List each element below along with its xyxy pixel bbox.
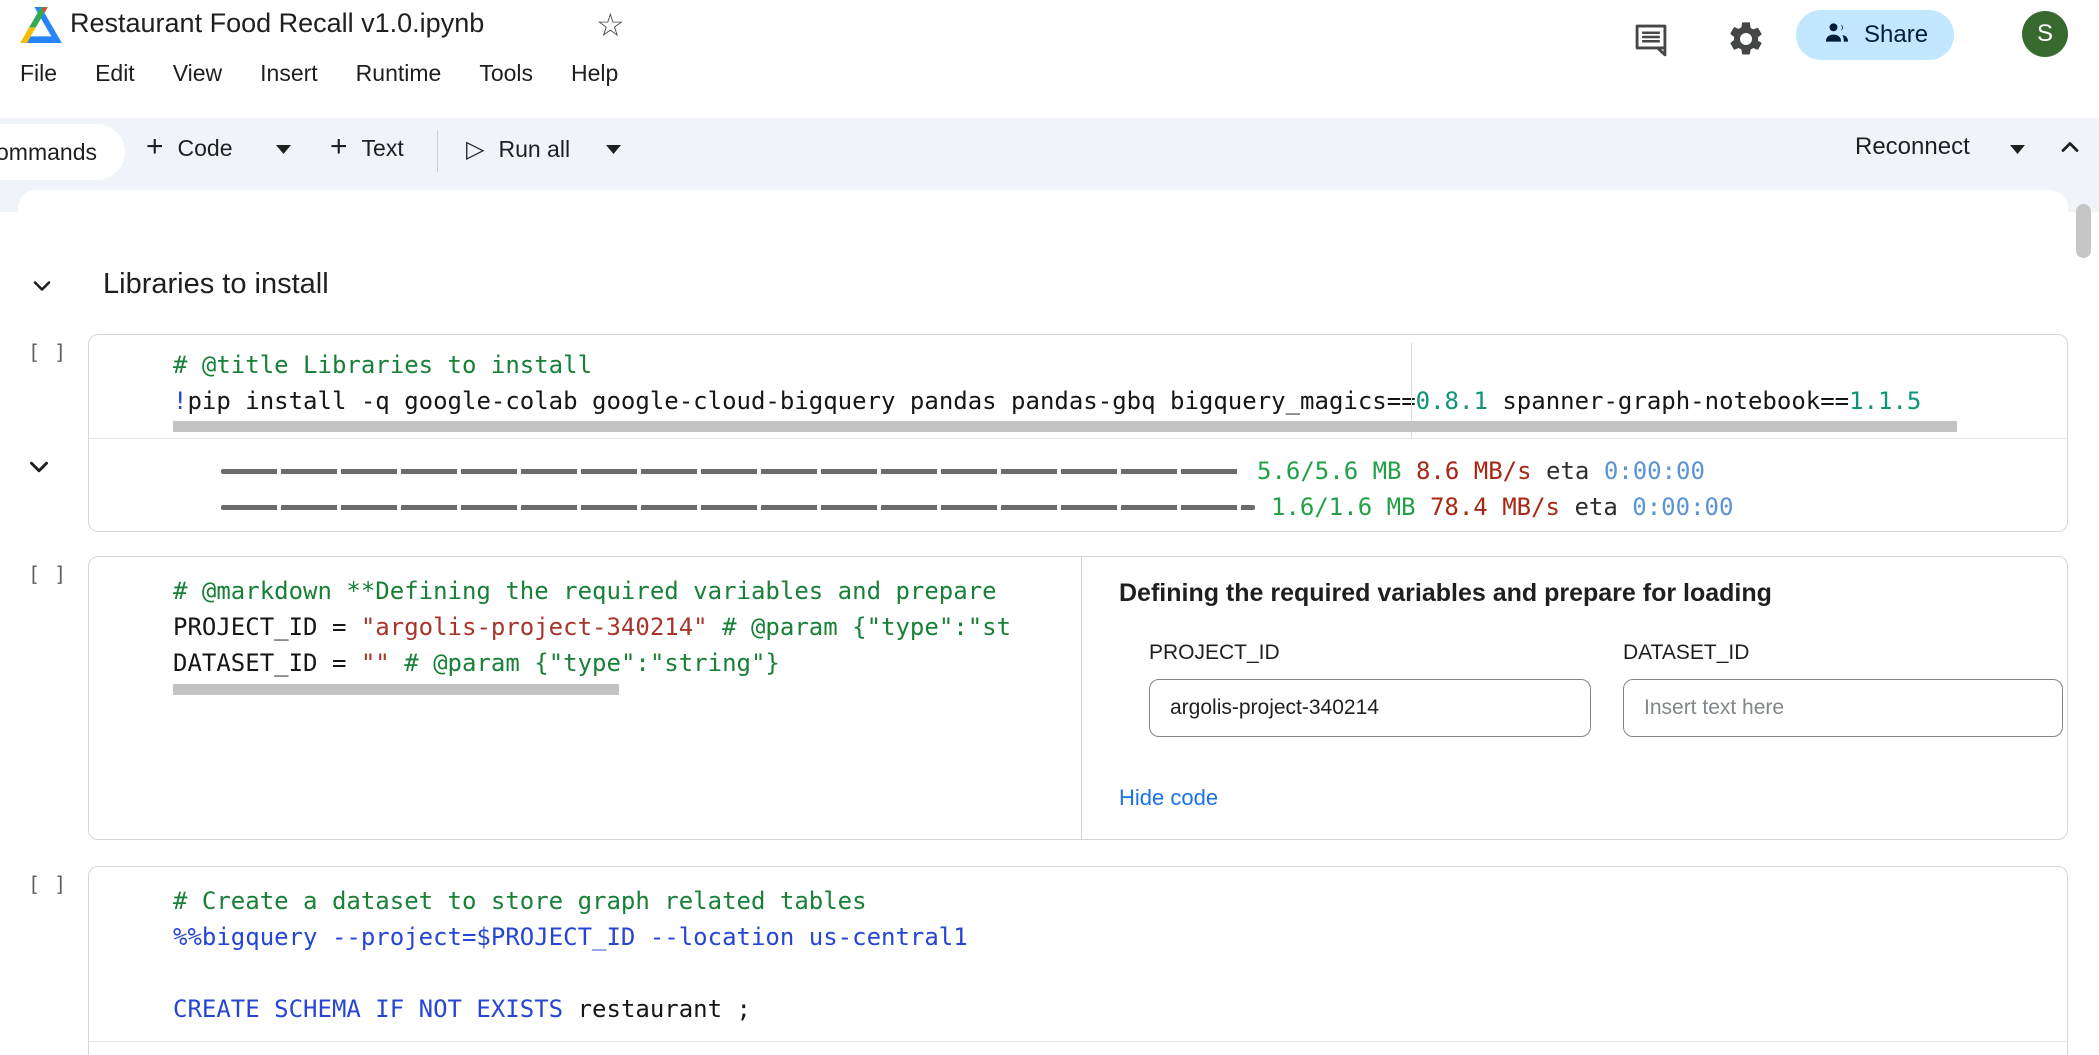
cell1-run-gutter[interactable]: [ ] xyxy=(28,340,67,364)
share-button[interactable]: Share xyxy=(1796,10,1954,60)
run-all-caret-icon[interactable] xyxy=(606,145,621,154)
cell1-code-editor[interactable]: # @title Libraries to install !pip insta… xyxy=(173,347,2057,421)
star-icon[interactable]: ☆ xyxy=(596,6,625,44)
cell2-horizontal-scrollbar[interactable] xyxy=(173,684,619,695)
code-line: %%bigquery --project=$PROJECT_ID --locat… xyxy=(173,919,2057,955)
code-line: # @markdown **Defining the required vari… xyxy=(173,573,1081,609)
menu-tools[interactable]: Tools xyxy=(479,60,533,87)
vertical-scrollbar[interactable] xyxy=(2076,204,2091,258)
collapse-toolbar-chevron-up-icon[interactable] xyxy=(2056,133,2084,161)
plus-icon: + xyxy=(146,132,164,162)
progress-row: 5.6/5.6 MB 8.6 MB/s eta 0:00:00 xyxy=(221,453,2057,489)
comment-icon[interactable] xyxy=(1632,21,1670,59)
cell3-run-gutter[interactable]: [ ] xyxy=(28,872,67,896)
project-id-input[interactable] xyxy=(1149,679,1591,737)
cell2-run-gutter[interactable]: [ ] xyxy=(28,562,67,586)
share-people-icon xyxy=(1822,18,1852,53)
avatar-initial: S xyxy=(2037,20,2053,48)
add-code-caret-icon[interactable] xyxy=(276,145,291,154)
progress-bar xyxy=(221,469,1241,474)
run-all-button[interactable]: ▷ Run all xyxy=(466,135,570,164)
menu-edit[interactable]: Edit xyxy=(95,60,135,87)
dataset-id-label: DATASET_ID xyxy=(1623,641,1749,665)
menu-view[interactable]: View xyxy=(173,60,222,87)
dataset-id-input[interactable] xyxy=(1623,679,2063,737)
avatar[interactable]: S xyxy=(2022,11,2068,57)
cell2-form-pane: Defining the required variables and prep… xyxy=(1082,557,2067,839)
code-line xyxy=(173,955,2057,991)
toolbar-divider xyxy=(437,130,438,172)
code-cell-2: # @markdown **Defining the required vari… xyxy=(88,556,2068,840)
cell1-output-collapse-chevron-icon[interactable] xyxy=(24,452,54,482)
code-line: PROJECT_ID = "argolis-project-340214" # … xyxy=(173,609,1081,645)
menu-bar: File Edit View Insert Runtime Tools Help xyxy=(20,60,618,87)
add-text-label: Text xyxy=(362,135,404,162)
commands-label: ommands xyxy=(0,139,97,166)
cell3-code-editor[interactable]: # Create a dataset to store graph relate… xyxy=(173,883,2057,1033)
code-cell-3: # Create a dataset to store graph relate… xyxy=(88,866,2068,1055)
code-line: # @title Libraries to install xyxy=(173,347,2057,383)
section-title: Libraries to install xyxy=(103,268,329,301)
code-line: CREATE SCHEMA IF NOT EXISTS restaurant ; xyxy=(173,991,2057,1027)
notebook-title[interactable]: Restaurant Food Recall v1.0.ipynb xyxy=(70,8,484,39)
progress-bar xyxy=(221,505,1255,510)
plus-icon: + xyxy=(330,132,348,162)
add-text-button[interactable]: + Text xyxy=(330,135,404,162)
play-icon: ▷ xyxy=(466,135,484,164)
share-label: Share xyxy=(1864,21,1928,49)
header: Restaurant Food Recall v1.0.ipynb ☆ File… xyxy=(0,0,2099,118)
commands-button[interactable]: ommands xyxy=(0,124,125,180)
cell2-code-editor[interactable]: # @markdown **Defining the required vari… xyxy=(89,557,1081,839)
menu-file[interactable]: File xyxy=(20,60,57,87)
code-line: # Create a dataset to store graph relate… xyxy=(173,883,2057,919)
menu-help[interactable]: Help xyxy=(571,60,618,87)
cell1-horizontal-scrollbar[interactable] xyxy=(173,421,1957,432)
colab-window: Restaurant Food Recall v1.0.ipynb ☆ File… xyxy=(0,0,2099,1055)
reconnect-button[interactable]: Reconnect xyxy=(1855,133,1970,161)
add-code-button[interactable]: + Code xyxy=(146,135,233,162)
code-line: !pip install -q google-colab google-clou… xyxy=(173,383,2057,419)
drive-logo-icon[interactable] xyxy=(20,7,62,44)
cell1-output-divider xyxy=(89,438,2067,439)
add-code-label: Code xyxy=(178,135,233,162)
run-all-label: Run all xyxy=(498,136,570,163)
hide-code-link[interactable]: Hide code xyxy=(1119,785,1218,811)
form-heading: Defining the required variables and prep… xyxy=(1119,579,1772,608)
cell3-output-divider xyxy=(89,1041,2067,1042)
progress-row: 1.6/1.6 MB 78.4 MB/s eta 0:00:00 xyxy=(221,489,2057,525)
reconnect-caret-icon[interactable] xyxy=(2010,145,2025,154)
code-line: DATASET_ID = "" # @param {"type":"string… xyxy=(173,645,1081,681)
code-cell-1: # @title Libraries to install !pip insta… xyxy=(88,334,2068,532)
settings-gear-icon[interactable] xyxy=(1726,19,1766,59)
menu-insert[interactable]: Insert xyxy=(260,60,318,87)
project-id-label: PROJECT_ID xyxy=(1149,641,1280,665)
section-chevron-down-icon[interactable] xyxy=(28,272,56,300)
menu-runtime[interactable]: Runtime xyxy=(356,60,442,87)
cell1-output: 5.6/5.6 MB 8.6 MB/s eta 0:00:00 1.6/1.6 … xyxy=(221,453,2057,525)
